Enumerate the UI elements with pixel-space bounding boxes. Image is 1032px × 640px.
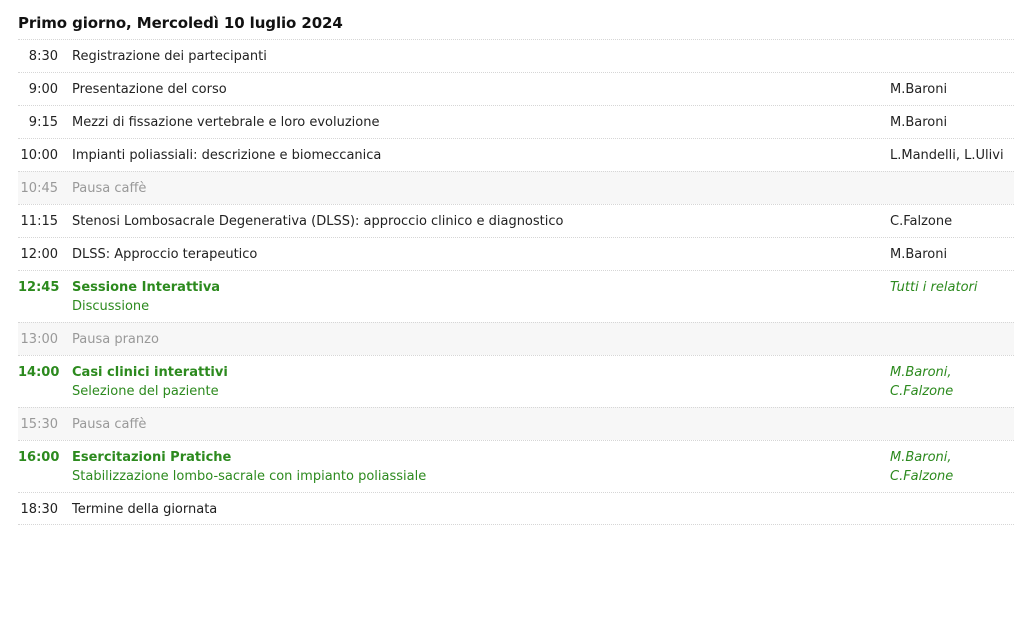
row-subtitle: Discussione [72, 299, 150, 314]
row-description: Casi clinici interattivi Selezione del p… [72, 363, 890, 401]
row-title: Stenosi Lombosacrale Degenerativa (DLSS)… [72, 214, 564, 229]
row-subtitle: Selezione del paziente [72, 384, 219, 399]
row-speaker: C.Falzone [890, 469, 954, 484]
row-time: 12:00 [20, 247, 58, 262]
schedule-row-session: 12:45 Sessione Interattiva Discussione T… [18, 270, 1014, 322]
row-speakers: M.Baroni, C.Falzone [890, 363, 1014, 401]
row-title: Termine della giornata [72, 502, 218, 517]
schedule-row: 9:15 Mezzi di fissazione vertebrale e lo… [18, 105, 1014, 138]
row-description: Sessione Interattiva Discussione [72, 278, 890, 316]
schedule-row-pause: 10:45 Pausa caffè [18, 171, 1014, 204]
schedule-row: 12:00 DLSS: Approccio terapeutico M.Baro… [18, 237, 1014, 270]
row-speaker: C.Falzone [890, 384, 954, 399]
row-title: DLSS: Approccio terapeutico [72, 247, 258, 262]
row-speaker [890, 330, 1014, 349]
row-time: 13:00 [20, 332, 58, 347]
row-title: Esercitazioni Pratiche [72, 450, 232, 465]
row-time: 10:45 [20, 181, 58, 196]
row-speaker [890, 47, 1014, 66]
schedule-row: 9:00 Presentazione del corso M.Baroni [18, 72, 1014, 105]
program-day: Primo giorno, Mercoledì 10 luglio 2024 8… [18, 12, 1014, 525]
row-title: Pausa caffè [72, 417, 147, 432]
row-speaker [890, 179, 1014, 198]
schedule-row: 11:15 Stenosi Lombosacrale Degenerativa … [18, 204, 1014, 237]
row-title: Presentazione del corso [72, 82, 227, 97]
row-title: Impianti poliassiali: descrizione e biom… [72, 148, 382, 163]
row-speakers: M.Baroni, C.Falzone [890, 448, 1014, 486]
row-speaker: M.Baroni [890, 247, 948, 262]
row-time: 9:15 [28, 115, 58, 130]
row-speaker: M.Baroni, [890, 450, 952, 465]
row-title: Casi clinici interattivi [72, 365, 228, 380]
row-time: 8:30 [28, 49, 58, 64]
row-speaker [890, 500, 1014, 518]
row-title: Mezzi di fissazione vertebrale e loro ev… [72, 115, 380, 130]
row-speaker: M.Baroni [890, 82, 948, 97]
schedule-row-pause: 15:30 Pausa caffè [18, 407, 1014, 440]
row-time: 10:00 [20, 148, 58, 163]
row-speaker: C.Falzone [890, 214, 953, 229]
row-title: Pausa caffè [72, 181, 147, 196]
row-time: 14:00 [18, 365, 60, 380]
schedule-row-pause: 13:00 Pausa pranzo [18, 322, 1014, 355]
row-title: Pausa pranzo [72, 332, 159, 347]
schedule-table: 8:30 Registrazione dei partecipanti 9:00… [18, 39, 1014, 525]
schedule-row-session: 14:00 Casi clinici interattivi Selezione… [18, 355, 1014, 407]
row-speaker: M.Baroni, [890, 365, 952, 380]
row-time: 11:15 [20, 214, 58, 229]
row-speaker: L.Mandelli, L.Ulivi [890, 148, 1004, 163]
row-speaker: Tutti i relatori [890, 280, 978, 295]
row-description: Esercitazioni Pratiche Stabilizzazione l… [72, 448, 890, 486]
row-time: 18:30 [20, 502, 58, 517]
row-time: 12:45 [18, 280, 60, 295]
row-time: 15:30 [20, 417, 58, 432]
row-time: 16:00 [18, 450, 60, 465]
schedule-row: 18:30 Termine della giornata [18, 492, 1014, 525]
schedule-row: 10:00 Impianti poliassiali: descrizione … [18, 138, 1014, 171]
row-speaker: M.Baroni [890, 115, 948, 130]
row-subtitle: Stabilizzazione lombo-sacrale con impian… [72, 469, 427, 484]
day-title: Primo giorno, Mercoledì 10 luglio 2024 [18, 14, 343, 32]
schedule-row: 8:30 Registrazione dei partecipanti [18, 39, 1014, 72]
schedule-row-session: 16:00 Esercitazioni Pratiche Stabilizzaz… [18, 440, 1014, 492]
row-title: Registrazione dei partecipanti [72, 49, 267, 64]
row-time: 9:00 [28, 82, 58, 97]
row-speaker [890, 415, 1014, 434]
row-title: Sessione Interattiva [72, 280, 221, 295]
